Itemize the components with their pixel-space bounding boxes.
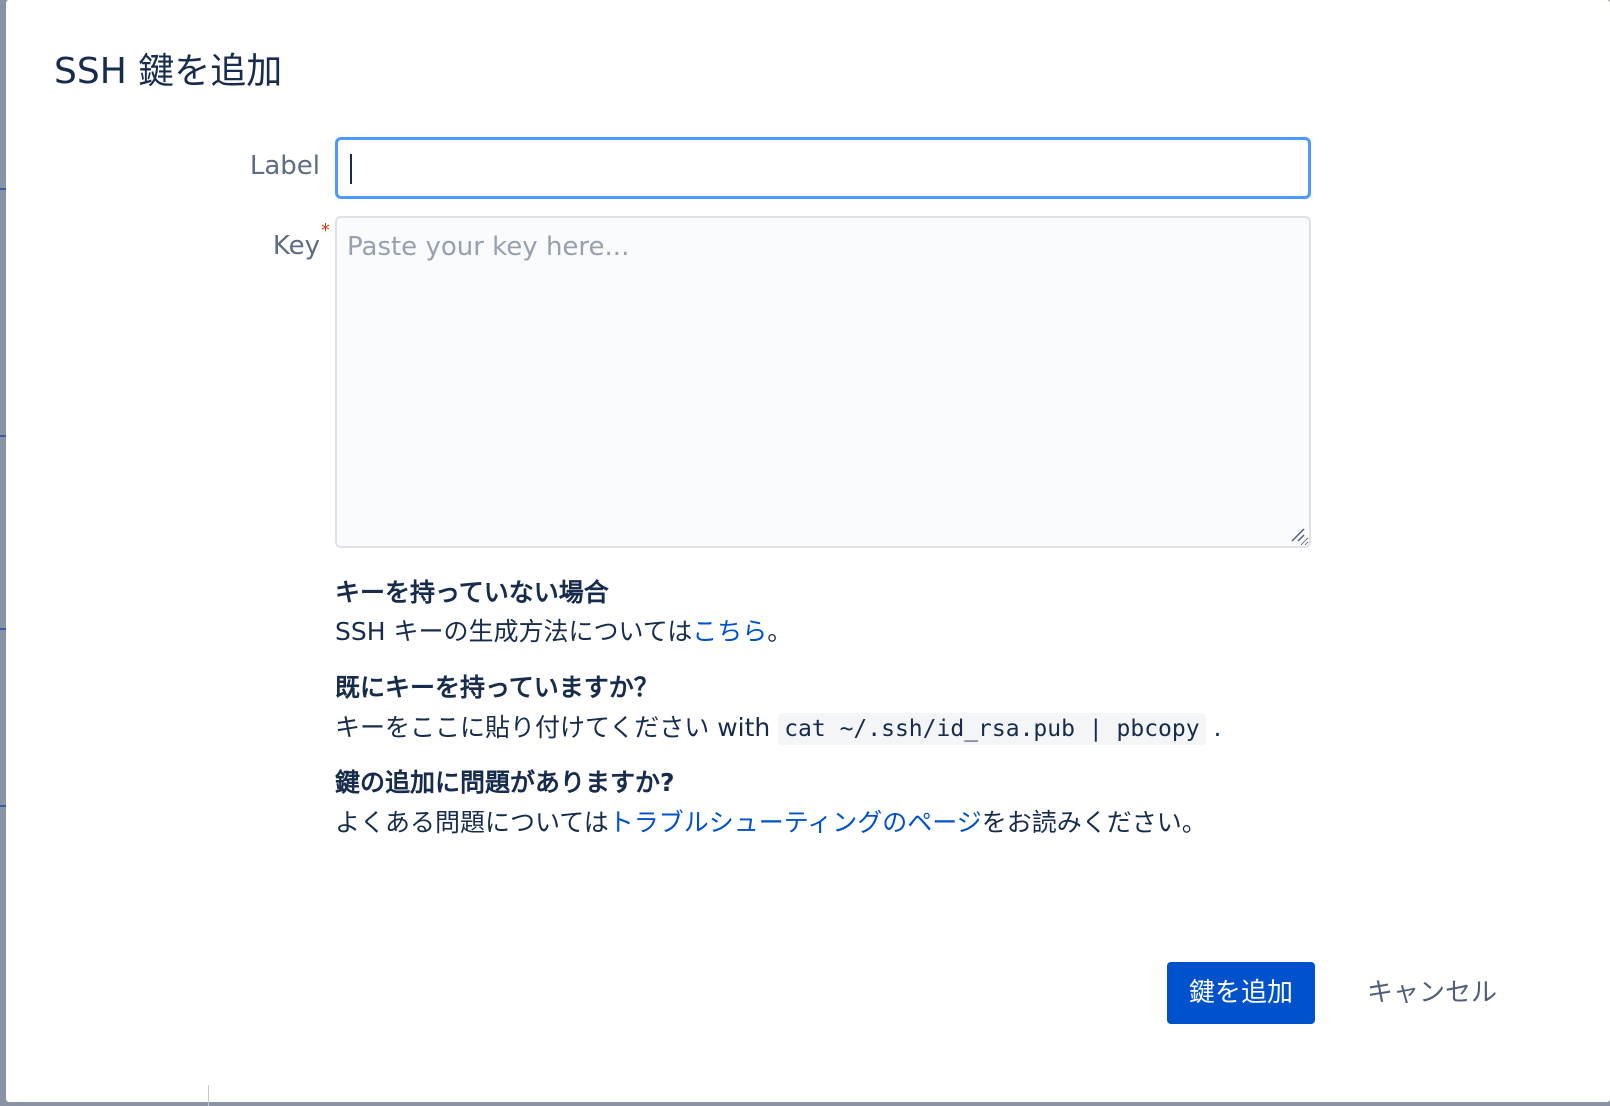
help-text-no-key-after: 。 xyxy=(767,617,793,646)
copy-command-code: cat ~/.ssh/id_rsa.pub | pbcopy xyxy=(778,713,1206,745)
label-input[interactable] xyxy=(338,140,1308,196)
help-text-have-key: キーをここに貼り付けてください with cat ~/.ssh/id_rsa.p… xyxy=(335,710,1222,746)
troubleshooting-link[interactable]: トラブルシューティングのページ xyxy=(609,808,982,837)
help-text-problem: よくある問題についてはトラブルシューティングのページをお読みください。 xyxy=(335,805,1207,841)
help-text-no-key-before: SSH キーの生成方法については xyxy=(335,617,693,646)
help-text-have-key-before: キーをここに貼り付けてください with xyxy=(335,713,779,742)
key-field-label: Key * xyxy=(272,221,330,263)
help-heading-no-key: キーを持っていない場合 xyxy=(335,578,609,607)
help-text-problem-before: よくある問題については xyxy=(335,808,609,837)
text-cursor xyxy=(350,154,352,184)
help-heading-problem: 鍵の追加に問題がありますか? xyxy=(335,768,675,797)
key-field-label-text: Key xyxy=(272,231,320,261)
resize-handle-icon[interactable] xyxy=(1288,525,1306,543)
dialog-title: SSH 鍵を追加 xyxy=(54,51,283,92)
label-input-wrapper xyxy=(335,137,1311,199)
add-ssh-key-dialog: SSH 鍵を追加 Label Key * キーを持っていない場合 SSH キーの… xyxy=(6,0,1610,1102)
help-heading-have-key: 既にキーを持っていますか？ xyxy=(335,673,659,702)
label-field-label: Label xyxy=(249,151,320,181)
help-text-no-key: SSH キーの生成方法についてはこちら。 xyxy=(335,614,792,650)
help-text-have-key-after: . xyxy=(1205,713,1222,742)
key-generation-link[interactable]: こちら xyxy=(692,617,767,646)
required-indicator: * xyxy=(321,220,330,241)
add-key-button[interactable]: 鍵を追加 xyxy=(1167,962,1315,1024)
background-divider xyxy=(208,1085,209,1106)
cancel-button[interactable]: キャンセル xyxy=(1348,962,1516,1024)
key-textarea[interactable] xyxy=(335,216,1311,548)
help-text-problem-after: をお読みください。 xyxy=(981,808,1207,837)
